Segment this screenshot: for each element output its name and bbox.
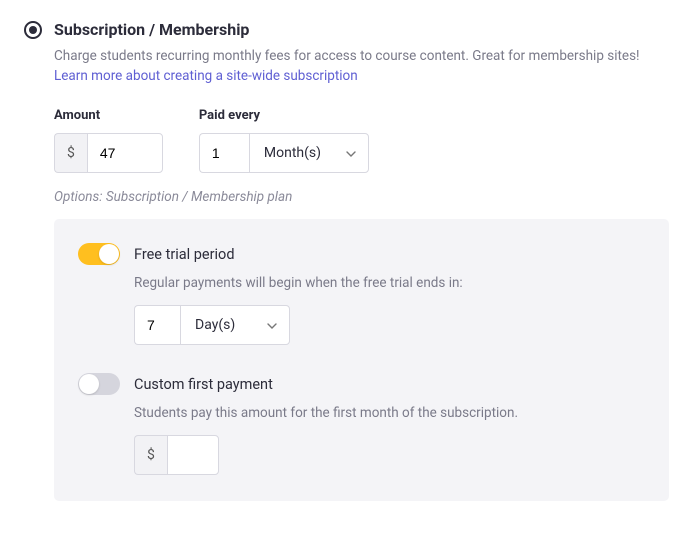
section-title: Subscription / Membership: [54, 20, 249, 39]
currency-symbol: $: [54, 133, 87, 173]
trial-length-input[interactable]: [134, 305, 180, 345]
interval-count-input[interactable]: [199, 133, 249, 173]
custom-first-payment-toggle[interactable]: [78, 373, 120, 395]
chevron-down-icon: [267, 317, 277, 333]
custom-first-payment-description: Students pay this amount for the first m…: [134, 405, 645, 421]
trial-unit-select[interactable]: Day(s): [180, 305, 290, 345]
free-trial-description: Regular payments will begin when the fre…: [134, 275, 645, 291]
chevron-down-icon: [346, 145, 356, 161]
section-description: Charge students recurring monthly fees f…: [54, 47, 669, 86]
amount-input[interactable]: [87, 133, 163, 173]
amount-label: Amount: [54, 108, 163, 123]
trial-unit-value: Day(s): [195, 317, 235, 333]
free-trial-toggle[interactable]: [78, 243, 120, 265]
custom-first-payment-label: Custom first payment: [134, 376, 273, 393]
description-text: Charge students recurring monthly fees f…: [54, 48, 640, 64]
free-trial-label: Free trial period: [134, 246, 235, 263]
custom-first-payment-input[interactable]: [167, 435, 219, 475]
interval-unit-select[interactable]: Month(s): [249, 133, 369, 173]
learn-more-link[interactable]: Learn more about creating a site-wide su…: [54, 68, 358, 84]
options-note: Options: Subscription / Membership plan: [54, 189, 669, 205]
options-panel: Free trial period Regular payments will …: [54, 219, 669, 501]
interval-unit-value: Month(s): [264, 145, 321, 161]
subscription-radio[interactable]: [24, 21, 42, 39]
paid-every-label: Paid every: [199, 108, 369, 123]
custom-currency-symbol: $: [134, 435, 167, 475]
